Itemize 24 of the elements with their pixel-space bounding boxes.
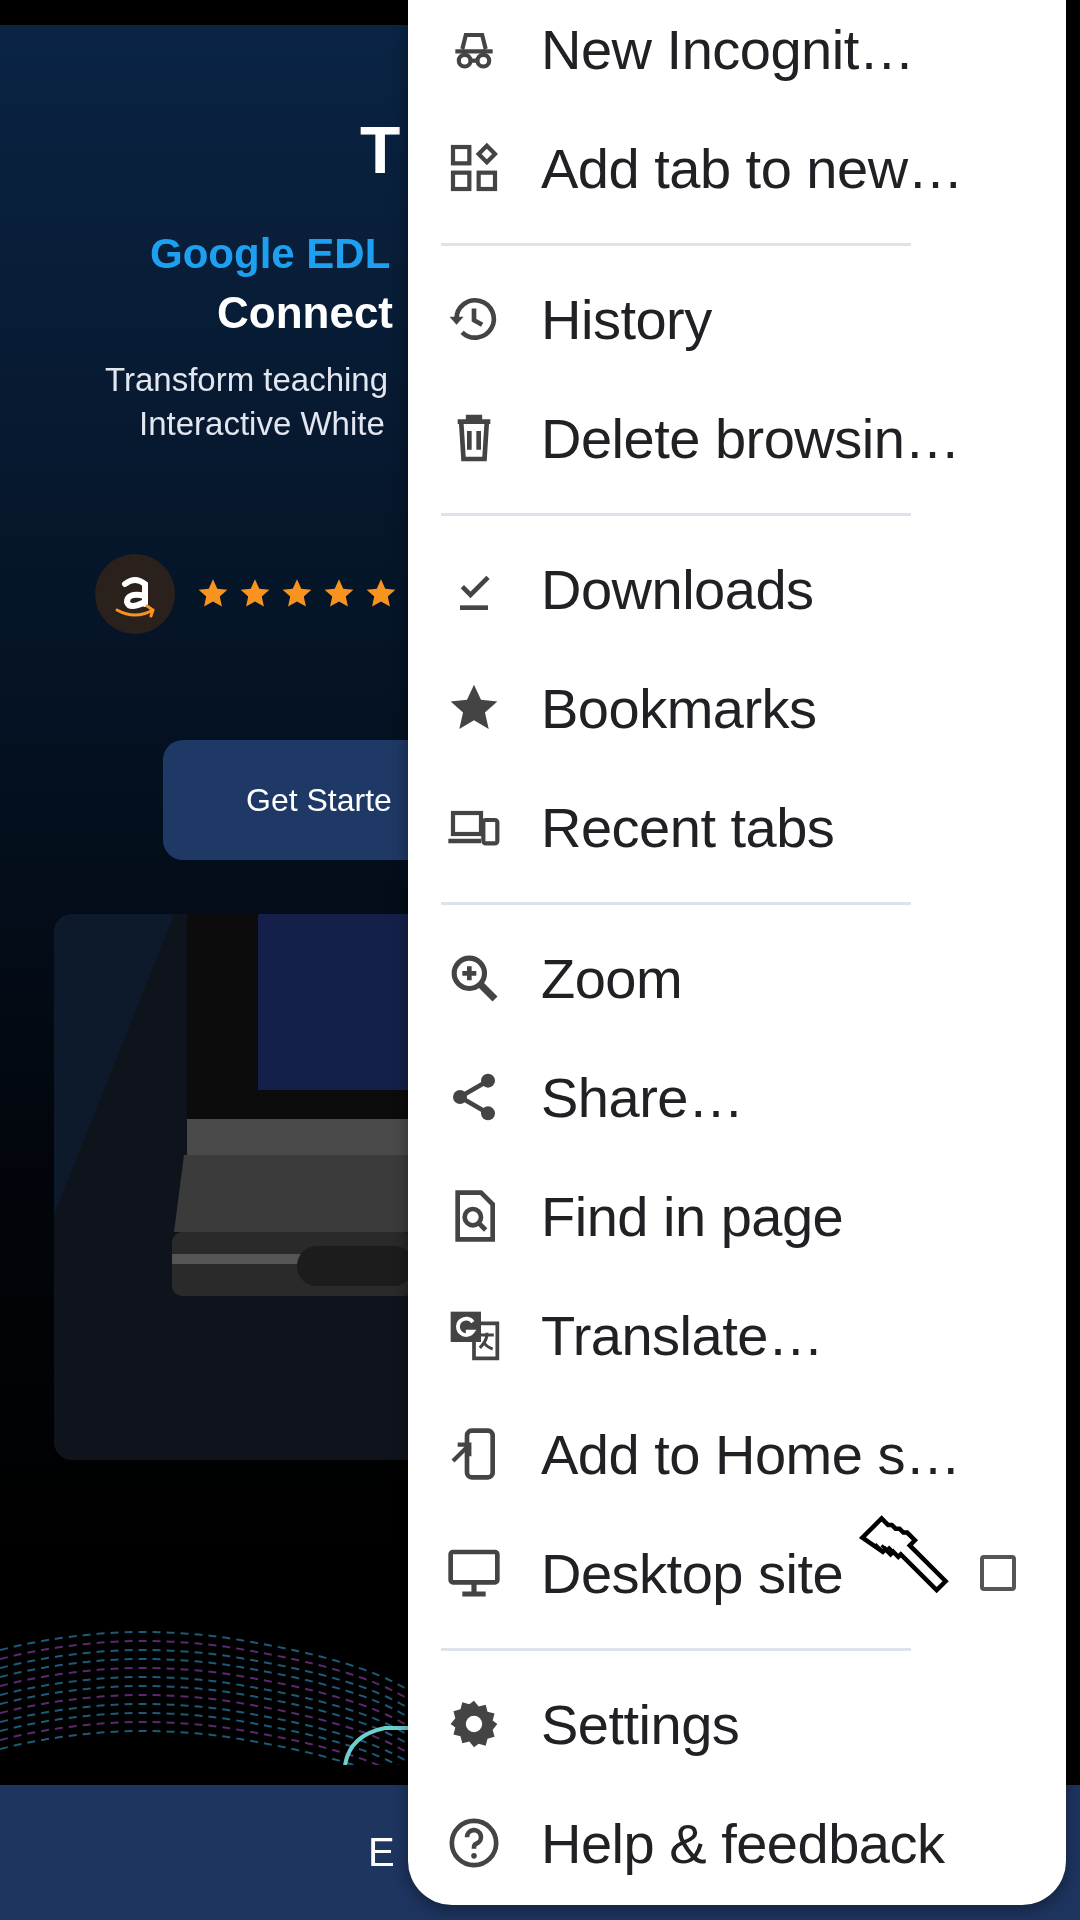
menu-item[interactable]: Add to Home s…: [408, 1395, 1066, 1514]
menu-item[interactable]: Desktop site: [408, 1514, 1066, 1633]
menu-item[interactable]: Settings: [408, 1665, 1066, 1784]
menu-item[interactable]: New Incognit…: [408, 0, 1066, 109]
menu-item[interactable]: History: [408, 260, 1066, 379]
description-text: Interactive White: [139, 404, 386, 445]
get-started-button[interactable]: Get Starte: [163, 740, 408, 861]
menu-item[interactable]: Find in page: [408, 1157, 1066, 1276]
brand-text: Google EDL: [150, 229, 392, 279]
menu-item[interactable]: Translate…: [408, 1276, 1066, 1395]
bottom-bar-text: E: [368, 1830, 395, 1875]
menu-item[interactable]: Share…: [408, 1038, 1066, 1157]
menu-item[interactable]: Bookmarks: [408, 649, 1066, 768]
menu-item[interactable]: Downloads: [408, 530, 1066, 649]
hero-title: Connect: [217, 287, 394, 340]
menu-item[interactable]: Delete browsin…: [408, 379, 1066, 498]
menu-item[interactable]: Zoom: [408, 919, 1066, 1038]
amazon-logo-icon: [95, 554, 175, 635]
hero-heading: T: [360, 117, 402, 183]
menu-item[interactable]: Add tab to new…: [408, 109, 1066, 228]
checkbox[interactable]: [980, 1555, 1016, 1591]
description-text: Transform teaching: [105, 360, 390, 401]
menu-item[interactable]: Recent tabs: [408, 768, 1066, 887]
menu-item[interactable]: Help & feedback: [408, 1784, 1066, 1903]
